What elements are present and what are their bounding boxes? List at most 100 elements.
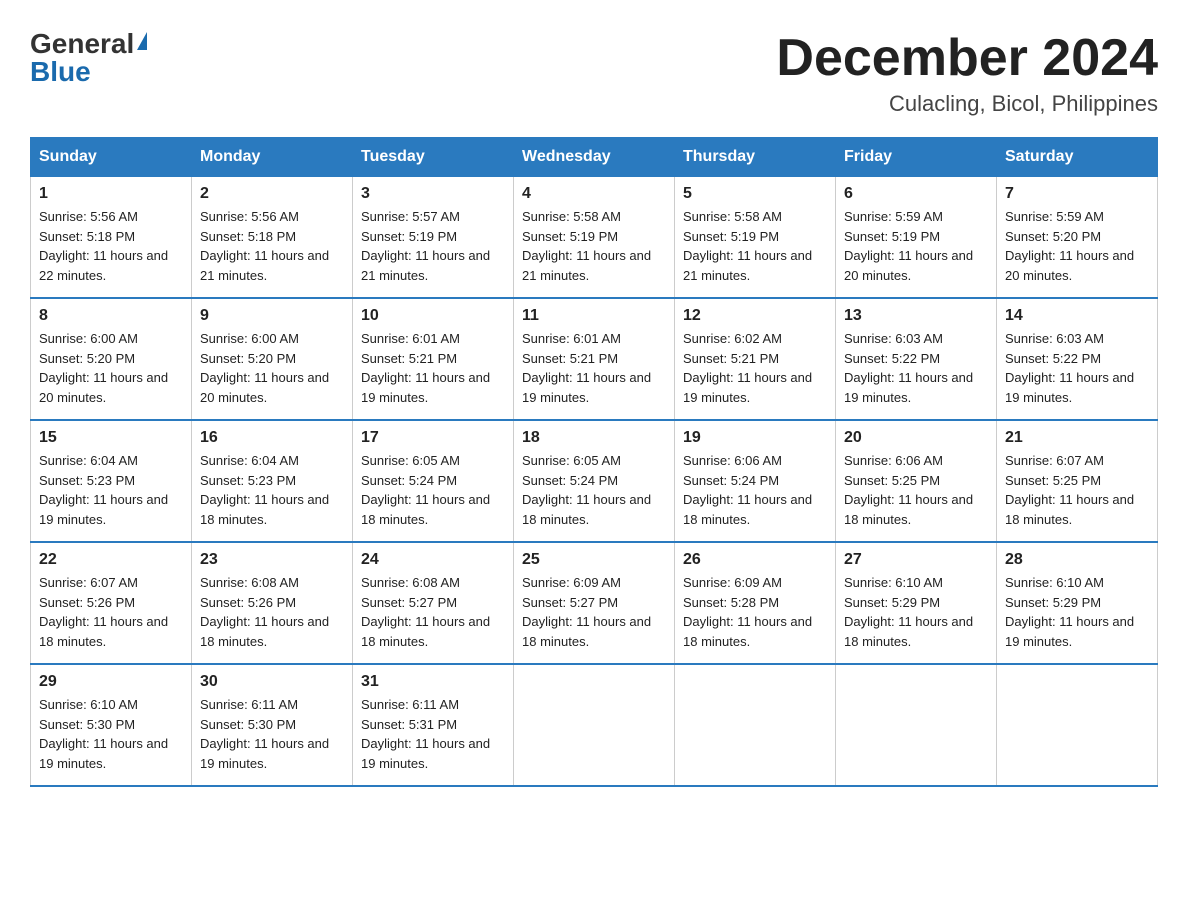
day-number: 16 bbox=[200, 429, 344, 447]
table-row: 15 Sunrise: 6:04 AMSunset: 5:23 PMDayligh… bbox=[31, 420, 192, 542]
calendar-body: 1Sunrise: 5:56 AMSunset: 5:18 PMDaylight… bbox=[31, 177, 1158, 787]
day-info: Sunrise: 6:08 AMSunset: 5:27 PMDaylight:… bbox=[361, 573, 505, 651]
table-row: 5 Sunrise: 5:58 AMSunset: 5:19 PMDaylight… bbox=[675, 177, 836, 299]
location-title: Culacling, Bicol, Philippines bbox=[776, 91, 1158, 117]
day-info: Sunrise: 5:58 AMSunset: 5:19 PMDaylight:… bbox=[683, 207, 827, 285]
table-row bbox=[675, 664, 836, 786]
table-row: 14 Sunrise: 6:03 AMSunset: 5:22 PMDayligh… bbox=[997, 298, 1158, 420]
title-block: December 2024 Culacling, Bicol, Philippi… bbox=[776, 30, 1158, 117]
table-row: 2Sunrise: 5:56 AMSunset: 5:18 PMDaylight… bbox=[192, 177, 353, 299]
table-row: 11 Sunrise: 6:01 AMSunset: 5:21 PMDayligh… bbox=[514, 298, 675, 420]
table-row bbox=[836, 664, 997, 786]
week-row: 15 Sunrise: 6:04 AMSunset: 5:23 PMDayligh… bbox=[31, 420, 1158, 542]
table-row: 20Sunrise: 6:06 AMSunset: 5:25 PMDayligh… bbox=[836, 420, 997, 542]
table-row: 8 Sunrise: 6:00 AMSunset: 5:20 PMDaylight… bbox=[31, 298, 192, 420]
day-number: 21 bbox=[1005, 429, 1149, 447]
table-row: 9 Sunrise: 6:00 AMSunset: 5:20 PMDaylight… bbox=[192, 298, 353, 420]
day-number: 6 bbox=[844, 185, 988, 203]
day-info: Sunrise: 6:07 AMSunset: 5:26 PMDaylight:… bbox=[39, 573, 183, 651]
day-number: 12 bbox=[683, 307, 827, 325]
logo-general-text: General bbox=[30, 30, 134, 58]
day-number: 22 bbox=[39, 551, 183, 569]
day-info: Sunrise: 5:58 AMSunset: 5:19 PMDaylight:… bbox=[522, 207, 666, 285]
day-number: 26 bbox=[683, 551, 827, 569]
table-row: 4 Sunrise: 5:58 AMSunset: 5:19 PMDaylight… bbox=[514, 177, 675, 299]
day-info: Sunrise: 6:01 AMSunset: 5:21 PMDaylight:… bbox=[522, 329, 666, 407]
table-row: 22 Sunrise: 6:07 AMSunset: 5:26 PMDayligh… bbox=[31, 542, 192, 664]
day-number: 18 bbox=[522, 429, 666, 447]
table-row: 21 Sunrise: 6:07 AMSunset: 5:25 PMDayligh… bbox=[997, 420, 1158, 542]
calendar-table: Sunday Monday Tuesday Wednesday Thursday… bbox=[30, 137, 1158, 787]
month-title: December 2024 bbox=[776, 30, 1158, 87]
day-info: Sunrise: 5:56 AMSunset: 5:18 PMDaylight:… bbox=[200, 207, 344, 285]
day-number: 17 bbox=[361, 429, 505, 447]
calendar-header: Sunday Monday Tuesday Wednesday Thursday… bbox=[31, 138, 1158, 177]
day-number: 13 bbox=[844, 307, 988, 325]
day-info: Sunrise: 6:03 AMSunset: 5:22 PMDaylight:… bbox=[1005, 329, 1149, 407]
logo-blue-text: Blue bbox=[30, 58, 91, 86]
col-saturday: Saturday bbox=[997, 138, 1158, 177]
table-row: 30Sunrise: 6:11 AMSunset: 5:30 PMDayligh… bbox=[192, 664, 353, 786]
table-row: 13 Sunrise: 6:03 AMSunset: 5:22 PMDayligh… bbox=[836, 298, 997, 420]
table-row: 7Sunrise: 5:59 AMSunset: 5:20 PMDaylight… bbox=[997, 177, 1158, 299]
day-info: Sunrise: 6:04 AMSunset: 5:23 PMDaylight:… bbox=[200, 451, 344, 529]
day-number: 15 bbox=[39, 429, 183, 447]
col-friday: Friday bbox=[836, 138, 997, 177]
day-number: 19 bbox=[683, 429, 827, 447]
day-info: Sunrise: 6:10 AMSunset: 5:30 PMDaylight:… bbox=[39, 695, 183, 773]
day-info: Sunrise: 6:02 AMSunset: 5:21 PMDaylight:… bbox=[683, 329, 827, 407]
week-row: 1Sunrise: 5:56 AMSunset: 5:18 PMDaylight… bbox=[31, 177, 1158, 299]
table-row: 28Sunrise: 6:10 AMSunset: 5:29 PMDayligh… bbox=[997, 542, 1158, 664]
header-row: Sunday Monday Tuesday Wednesday Thursday… bbox=[31, 138, 1158, 177]
day-info: Sunrise: 6:05 AMSunset: 5:24 PMDaylight:… bbox=[522, 451, 666, 529]
day-number: 8 bbox=[39, 307, 183, 325]
table-row: 17 Sunrise: 6:05 AMSunset: 5:24 PMDayligh… bbox=[353, 420, 514, 542]
table-row: 31 Sunrise: 6:11 AMSunset: 5:31 PMDayligh… bbox=[353, 664, 514, 786]
day-info: Sunrise: 6:00 AMSunset: 5:20 PMDaylight:… bbox=[200, 329, 344, 407]
day-info: Sunrise: 6:11 AMSunset: 5:30 PMDaylight:… bbox=[200, 695, 344, 773]
day-info: Sunrise: 6:01 AMSunset: 5:21 PMDaylight:… bbox=[361, 329, 505, 407]
day-number: 31 bbox=[361, 673, 505, 691]
day-info: Sunrise: 5:56 AMSunset: 5:18 PMDaylight:… bbox=[39, 207, 183, 285]
day-number: 11 bbox=[522, 307, 666, 325]
day-info: Sunrise: 5:59 AMSunset: 5:20 PMDaylight:… bbox=[1005, 207, 1149, 285]
day-number: 5 bbox=[683, 185, 827, 203]
day-number: 14 bbox=[1005, 307, 1149, 325]
table-row: 6Sunrise: 5:59 AMSunset: 5:19 PMDaylight… bbox=[836, 177, 997, 299]
table-row bbox=[514, 664, 675, 786]
day-number: 3 bbox=[361, 185, 505, 203]
col-monday: Monday bbox=[192, 138, 353, 177]
table-row: 24 Sunrise: 6:08 AMSunset: 5:27 PMDayligh… bbox=[353, 542, 514, 664]
table-row: 12 Sunrise: 6:02 AMSunset: 5:21 PMDayligh… bbox=[675, 298, 836, 420]
table-row: 10Sunrise: 6:01 AMSunset: 5:21 PMDayligh… bbox=[353, 298, 514, 420]
day-info: Sunrise: 5:57 AMSunset: 5:19 PMDaylight:… bbox=[361, 207, 505, 285]
day-number: 27 bbox=[844, 551, 988, 569]
table-row: 3 Sunrise: 5:57 AMSunset: 5:19 PMDaylight… bbox=[353, 177, 514, 299]
logo: General Blue bbox=[30, 30, 147, 86]
table-row: 19Sunrise: 6:06 AMSunset: 5:24 PMDayligh… bbox=[675, 420, 836, 542]
day-info: Sunrise: 6:05 AMSunset: 5:24 PMDaylight:… bbox=[361, 451, 505, 529]
day-info: Sunrise: 6:09 AMSunset: 5:28 PMDaylight:… bbox=[683, 573, 827, 651]
day-info: Sunrise: 6:03 AMSunset: 5:22 PMDaylight:… bbox=[844, 329, 988, 407]
col-tuesday: Tuesday bbox=[353, 138, 514, 177]
day-info: Sunrise: 6:07 AMSunset: 5:25 PMDaylight:… bbox=[1005, 451, 1149, 529]
day-number: 28 bbox=[1005, 551, 1149, 569]
day-number: 24 bbox=[361, 551, 505, 569]
table-row: 1Sunrise: 5:56 AMSunset: 5:18 PMDaylight… bbox=[31, 177, 192, 299]
day-number: 23 bbox=[200, 551, 344, 569]
table-row: 29 Sunrise: 6:10 AMSunset: 5:30 PMDayligh… bbox=[31, 664, 192, 786]
day-number: 9 bbox=[200, 307, 344, 325]
day-number: 25 bbox=[522, 551, 666, 569]
col-wednesday: Wednesday bbox=[514, 138, 675, 177]
day-info: Sunrise: 6:00 AMSunset: 5:20 PMDaylight:… bbox=[39, 329, 183, 407]
table-row: 26 Sunrise: 6:09 AMSunset: 5:28 PMDayligh… bbox=[675, 542, 836, 664]
table-row bbox=[997, 664, 1158, 786]
table-row: 16 Sunrise: 6:04 AMSunset: 5:23 PMDayligh… bbox=[192, 420, 353, 542]
table-row: 27 Sunrise: 6:10 AMSunset: 5:29 PMDayligh… bbox=[836, 542, 997, 664]
day-info: Sunrise: 6:11 AMSunset: 5:31 PMDaylight:… bbox=[361, 695, 505, 773]
day-info: Sunrise: 6:10 AMSunset: 5:29 PMDaylight:… bbox=[844, 573, 988, 651]
day-number: 4 bbox=[522, 185, 666, 203]
day-info: Sunrise: 6:04 AMSunset: 5:23 PMDaylight:… bbox=[39, 451, 183, 529]
day-number: 29 bbox=[39, 673, 183, 691]
week-row: 29 Sunrise: 6:10 AMSunset: 5:30 PMDayligh… bbox=[31, 664, 1158, 786]
